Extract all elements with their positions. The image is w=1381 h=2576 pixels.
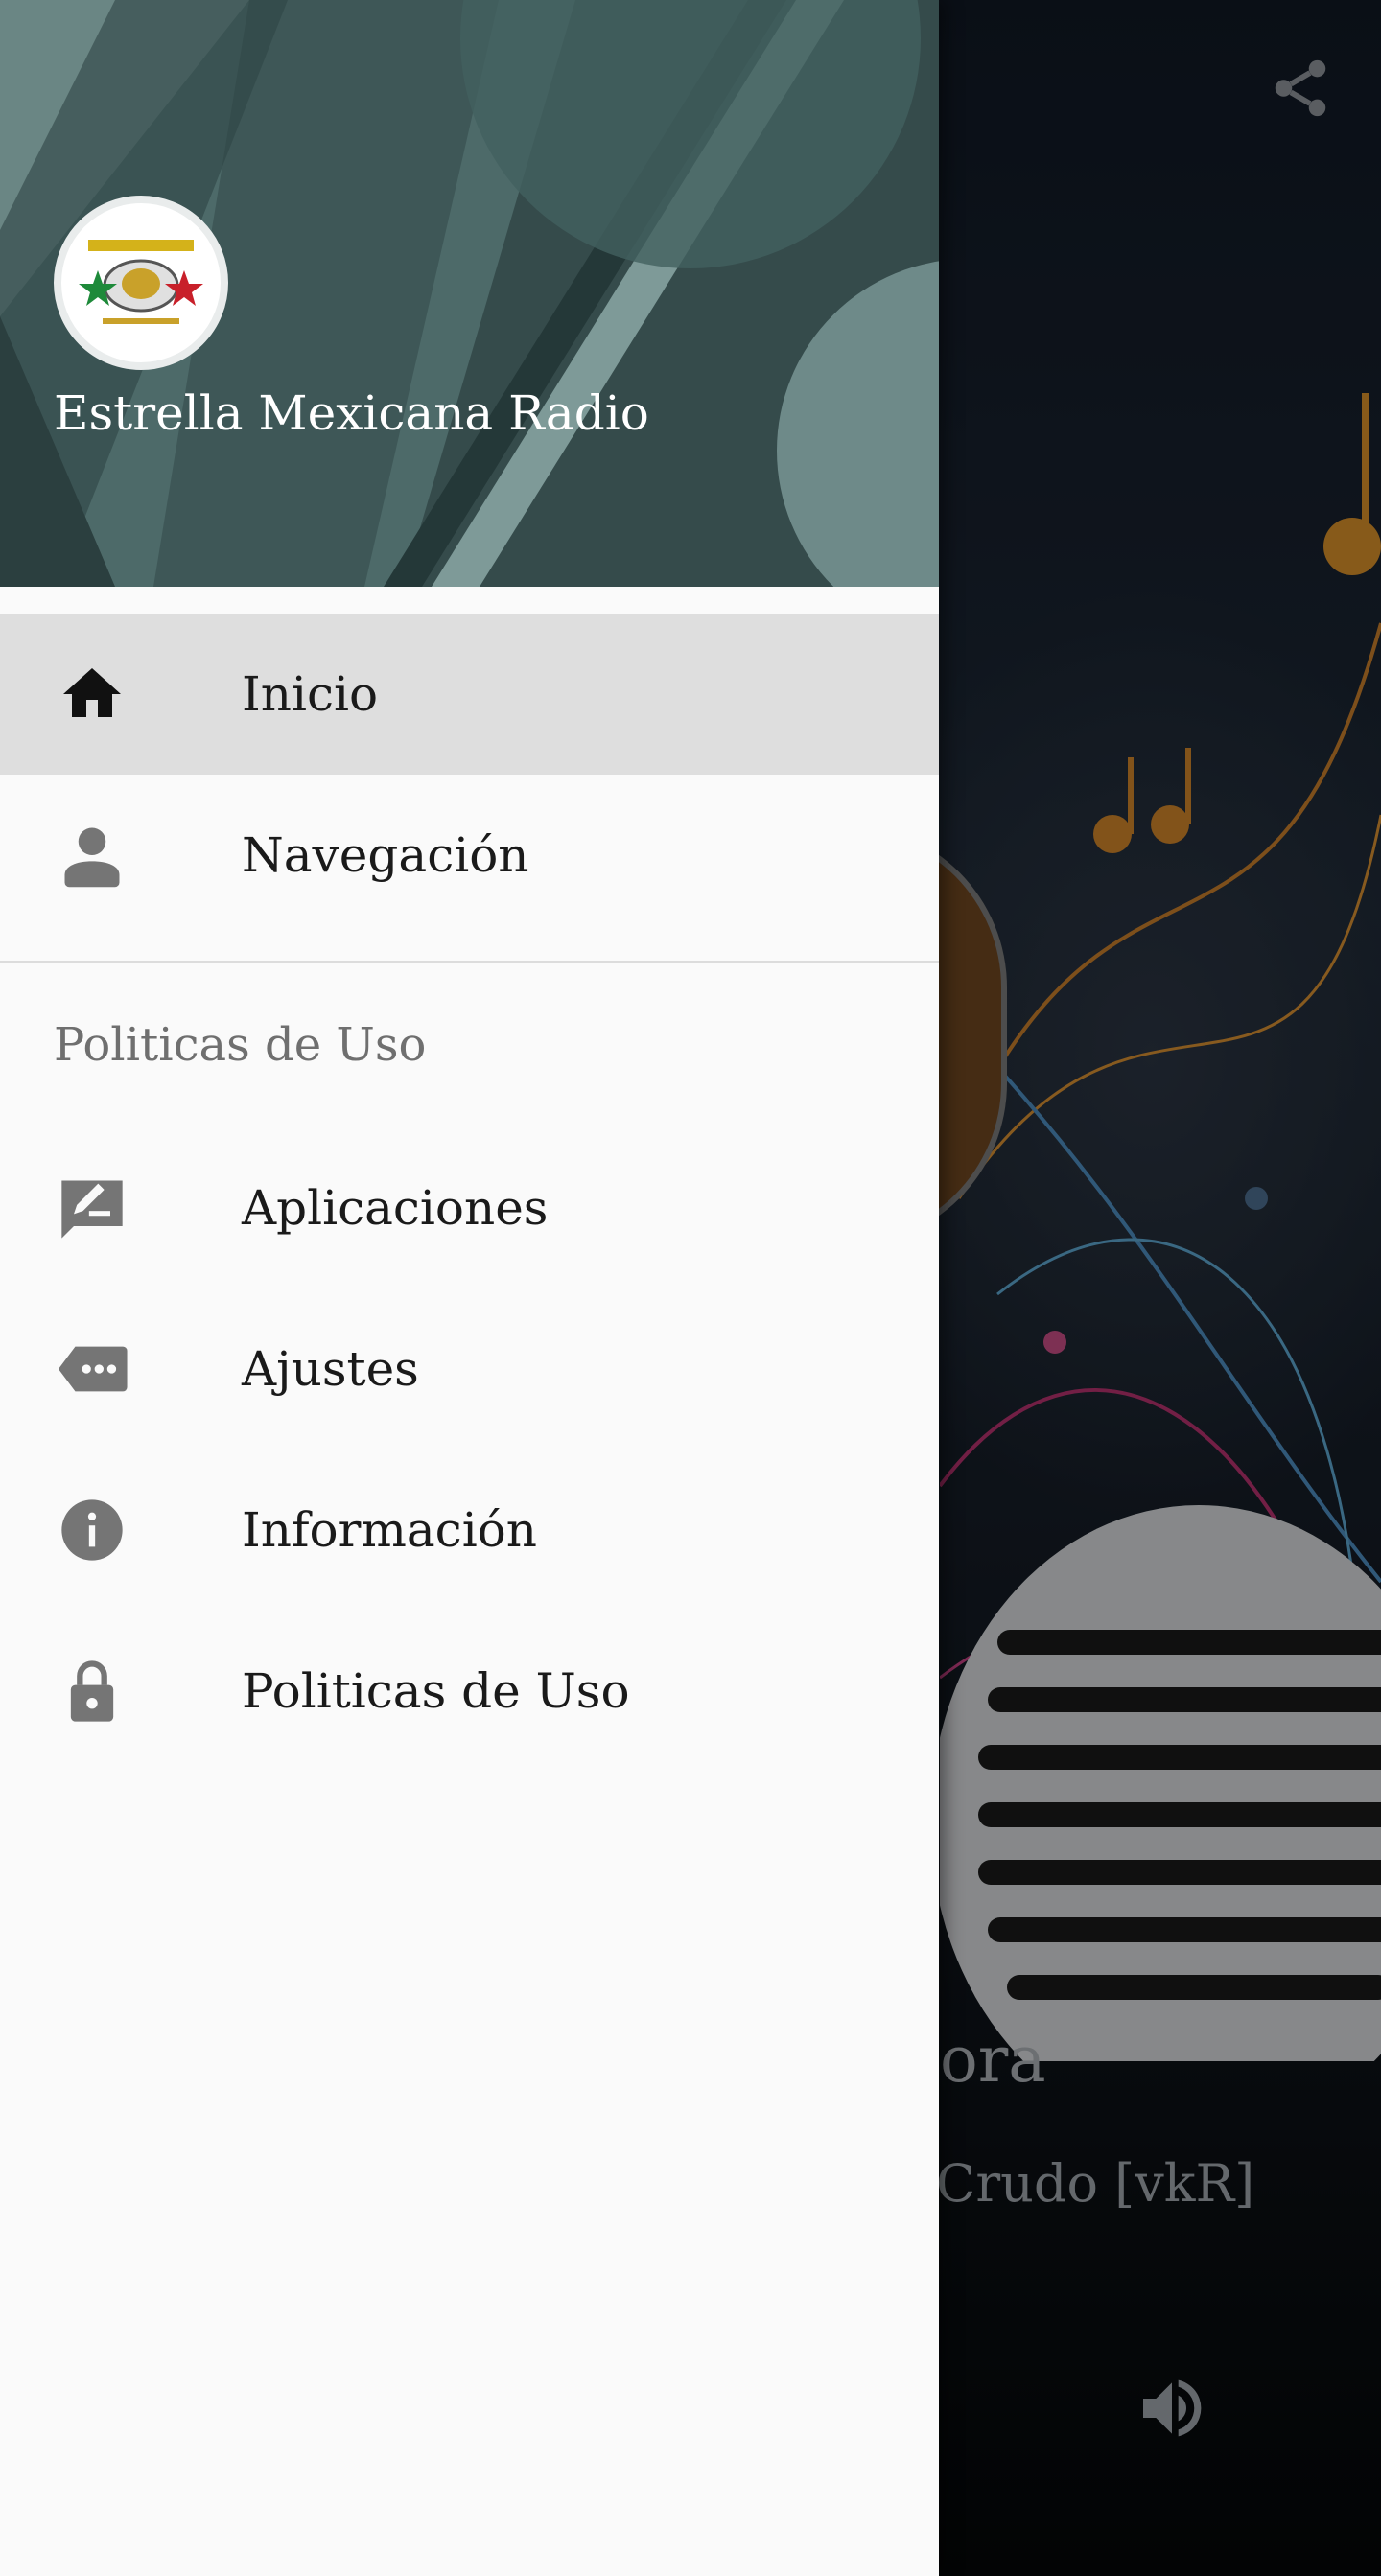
menu-divider (0, 961, 939, 963)
menu-item-label: Navegación (242, 827, 529, 883)
menu-item-label: Ajustes (242, 1341, 419, 1397)
menu-item-label: Inicio (242, 666, 379, 722)
star-logo-icon (70, 212, 212, 354)
menu-item-ajustes[interactable]: Ajustes (0, 1288, 939, 1450)
feedback-icon (56, 1172, 129, 1244)
lock-icon (56, 1655, 129, 1728)
menu-item-label: Información (242, 1502, 537, 1558)
home-icon (56, 658, 129, 731)
navigation-drawer: Estrella Mexicana Radio Inicio Navegació… (0, 0, 939, 2576)
drawer-scrim[interactable] (939, 0, 1381, 2576)
station-logo (54, 196, 228, 370)
more-icon (56, 1333, 129, 1405)
menu-item-navegacion[interactable]: Navegación (0, 775, 939, 936)
menu-item-label: Aplicaciones (242, 1180, 549, 1236)
info-icon (56, 1494, 129, 1566)
menu-item-informacion[interactable]: Información (0, 1450, 939, 1611)
primary-menu: Inicio Navegación (0, 614, 939, 936)
menu-item-aplicaciones[interactable]: Aplicaciones (0, 1127, 939, 1288)
app-name: Estrella Mexicana Radio (54, 385, 649, 441)
menu-item-politicas[interactable]: Politicas de Uso (0, 1611, 939, 1772)
section-title: Politicas de Uso (54, 1018, 427, 1072)
drawer-header: Estrella Mexicana Radio (0, 0, 939, 587)
secondary-menu: Aplicaciones Ajustes Información Politic… (0, 1127, 939, 1772)
person-icon (56, 819, 129, 892)
menu-item-inicio[interactable]: Inicio (0, 614, 939, 775)
menu-item-label: Politicas de Uso (242, 1663, 630, 1719)
